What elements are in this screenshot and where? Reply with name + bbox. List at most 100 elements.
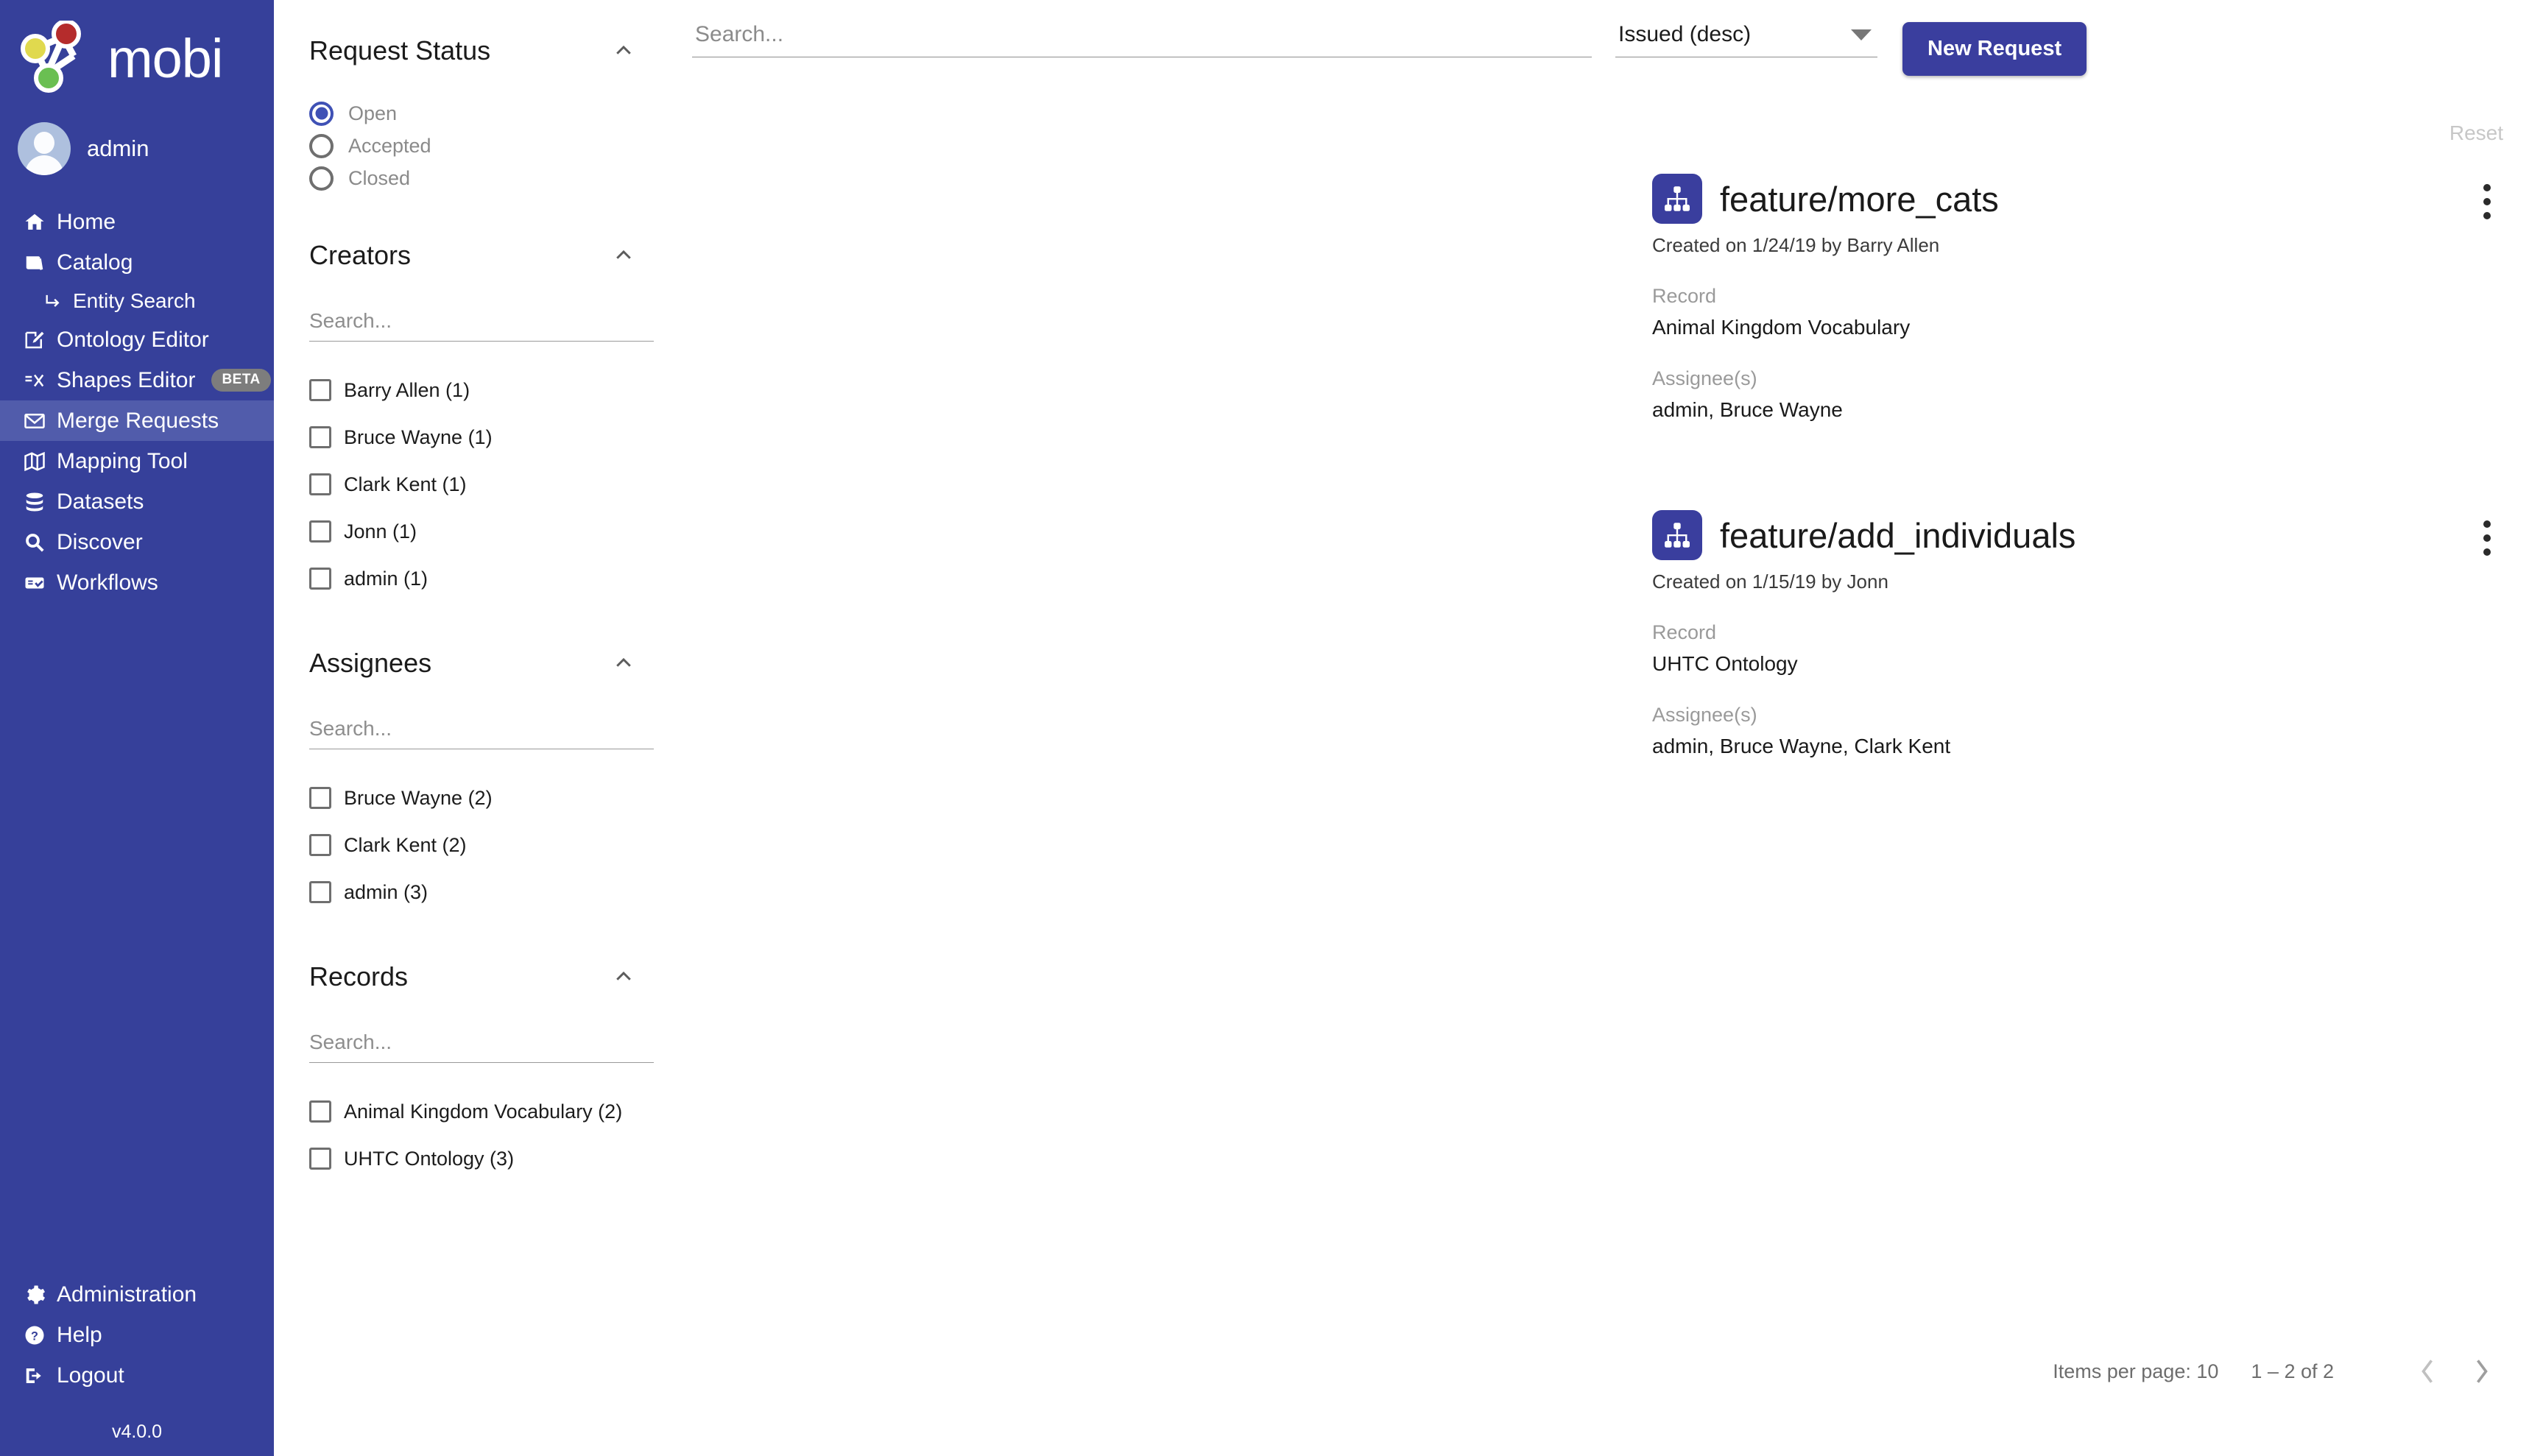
sidebar-item-label: Mapping Tool — [57, 448, 188, 473]
checkbox-option[interactable]: Bruce Wayne (2) — [309, 774, 651, 821]
checkbox-label: UHTC Ontology (3) — [344, 1147, 515, 1170]
filter-header[interactable]: Request Status — [309, 35, 651, 66]
sidebar-item-shapes-editor[interactable]: Shapes Editor BETA — [0, 360, 274, 400]
sidebar-item-entity-search[interactable]: Entity Search — [0, 283, 274, 319]
merge-request-header: feature/more_cats — [1652, 174, 2503, 224]
filter-header[interactable]: Creators — [309, 240, 651, 271]
sort-select-field[interactable]: Issued (desc) — [1615, 22, 1877, 57]
radio-indicator[interactable] — [309, 166, 334, 191]
chevron-down-icon[interactable] — [1851, 29, 1872, 40]
checkbox-indicator[interactable] — [309, 1100, 331, 1123]
user-profile[interactable]: admin — [0, 102, 274, 191]
checkbox-option[interactable]: admin (1) — [309, 555, 651, 602]
merge-request-title[interactable]: feature/add_individuals — [1720, 515, 2075, 556]
chevron-up-icon[interactable] — [613, 966, 635, 988]
checkbox-indicator[interactable] — [309, 834, 331, 856]
radio-indicator[interactable] — [309, 133, 334, 158]
main-content: Issued (desc) New Request Reset — [673, 0, 2543, 1456]
kebab-menu-icon[interactable] — [2471, 184, 2503, 219]
filter-section-creators: Creators Barry Allen (1) Bruce Wayne (1)… — [274, 240, 673, 602]
sidebar-item-merge-requests[interactable]: Merge Requests — [0, 400, 274, 441]
checkbox-indicator[interactable] — [309, 1148, 331, 1170]
kebab-menu-icon[interactable] — [2471, 520, 2503, 556]
checkbox-indicator[interactable] — [309, 881, 331, 903]
sidebar: mobi admin Home Catalog Entity Search On… — [0, 0, 274, 1456]
filter-header[interactable]: Records — [309, 961, 651, 992]
sidebar-item-help[interactable]: ? Help — [0, 1315, 274, 1355]
checkbox-option[interactable]: admin (3) — [309, 869, 651, 916]
radio-option-closed[interactable]: Closed — [309, 162, 651, 194]
merge-request-header: feature/add_individuals — [1652, 510, 2503, 560]
checkbox-indicator[interactable] — [309, 379, 331, 401]
new-request-button[interactable]: New Request — [1902, 22, 2087, 76]
records-search-input[interactable] — [309, 1031, 654, 1063]
checkbox-label: Clark Kent (2) — [344, 833, 467, 856]
creators-search-input[interactable] — [309, 309, 654, 342]
filter-title: Request Status — [309, 35, 491, 66]
checkbox-indicator[interactable] — [309, 426, 331, 448]
filter-header[interactable]: Assignees — [309, 648, 651, 679]
sidebar-item-datasets[interactable]: Datasets — [0, 481, 274, 522]
sidebar-item-catalog[interactable]: Catalog — [0, 242, 274, 283]
sidebar-item-ontology-editor[interactable]: Ontology Editor — [0, 319, 274, 360]
checkbox-option[interactable]: Clark Kent (1) — [309, 461, 651, 508]
primary-nav: Home Catalog Entity Search Ontology Edit… — [0, 202, 274, 603]
sidebar-item-label: Workflows — [57, 570, 158, 595]
sort-select-value: Issued (desc) — [1618, 22, 1752, 46]
envelope-icon — [22, 409, 47, 434]
app-logo[interactable]: mobi — [0, 0, 274, 102]
previous-page-button[interactable] — [2400, 1344, 2455, 1399]
database-icon — [22, 490, 47, 515]
radio-option-open[interactable]: Open — [309, 97, 651, 130]
radio-indicator[interactable] — [309, 101, 334, 126]
chevron-right-icon — [2474, 1357, 2490, 1385]
search-input[interactable] — [692, 22, 1592, 57]
sidebar-item-workflows[interactable]: Workflows — [0, 562, 274, 603]
merge-request-card[interactable]: feature/add_individuals Created on 1/15/… — [1652, 510, 2503, 758]
chevron-up-icon[interactable] — [613, 244, 635, 266]
filter-section-assignees: Assignees Bruce Wayne (2) Clark Kent (2)… — [274, 648, 673, 916]
chevron-left-icon — [2419, 1357, 2436, 1385]
sort-select[interactable]: Issued (desc) — [1615, 22, 1877, 57]
next-page-button[interactable] — [2455, 1344, 2509, 1399]
sidebar-item-administration[interactable]: Administration — [0, 1274, 274, 1315]
chevron-up-icon[interactable] — [613, 652, 635, 674]
checkbox-option[interactable]: Jonn (1) — [309, 508, 651, 555]
checkbox-option[interactable]: Barry Allen (1) — [309, 367, 651, 414]
edit-square-icon — [22, 328, 47, 353]
app-root: mobi admin Home Catalog Entity Search On… — [0, 0, 2543, 1456]
radio-label: Accepted — [348, 134, 431, 157]
sitemap-icon — [1652, 510, 1702, 560]
assignees-search-input[interactable] — [309, 717, 654, 749]
record-value: Animal Kingdom Vocabulary — [1652, 316, 1911, 339]
sitemap-icon — [1652, 174, 1702, 224]
sidebar-item-label: Administration — [57, 1282, 197, 1307]
sidebar-item-logout[interactable]: Logout — [0, 1355, 274, 1396]
sidebar-item-discover[interactable]: Discover — [0, 522, 274, 562]
book-icon — [22, 250, 47, 275]
checkbox-indicator[interactable] — [309, 473, 331, 495]
checkbox-option[interactable]: Animal Kingdom Vocabulary (2) — [309, 1088, 651, 1135]
checkbox-option[interactable]: Bruce Wayne (1) — [309, 414, 651, 461]
sidebar-item-label: Help — [57, 1322, 102, 1347]
checkbox-option[interactable]: Clark Kent (2) — [309, 821, 651, 869]
chevron-up-icon[interactable] — [613, 40, 635, 62]
sidebar-item-label: Discover — [57, 529, 143, 554]
logout-icon — [22, 1363, 47, 1388]
merge-request-title[interactable]: feature/more_cats — [1720, 179, 1999, 219]
checkbox-option[interactable]: UHTC Ontology (3) — [309, 1135, 651, 1182]
checkbox-indicator[interactable] — [309, 568, 331, 590]
checkbox-indicator[interactable] — [309, 520, 331, 543]
sidebar-item-home[interactable]: Home — [0, 202, 274, 242]
assignees-label: Assignee(s) — [1652, 367, 1757, 389]
merge-request-card[interactable]: feature/more_cats Created on 1/24/19 by … — [1652, 174, 2503, 422]
toolbar: Issued (desc) New Request — [673, 0, 2543, 76]
checkbox-label: Animal Kingdom Vocabulary (2) — [344, 1100, 623, 1123]
items-per-page-value[interactable]: 10 — [2196, 1360, 2218, 1382]
search-field-wrapper — [692, 22, 1592, 57]
radio-option-accepted[interactable]: Accepted — [309, 130, 651, 162]
reset-button[interactable]: Reset — [2449, 121, 2503, 145]
checkbox-indicator[interactable] — [309, 787, 331, 809]
brand-name: mobi — [107, 28, 223, 89]
sidebar-item-mapping-tool[interactable]: Mapping Tool — [0, 441, 274, 481]
